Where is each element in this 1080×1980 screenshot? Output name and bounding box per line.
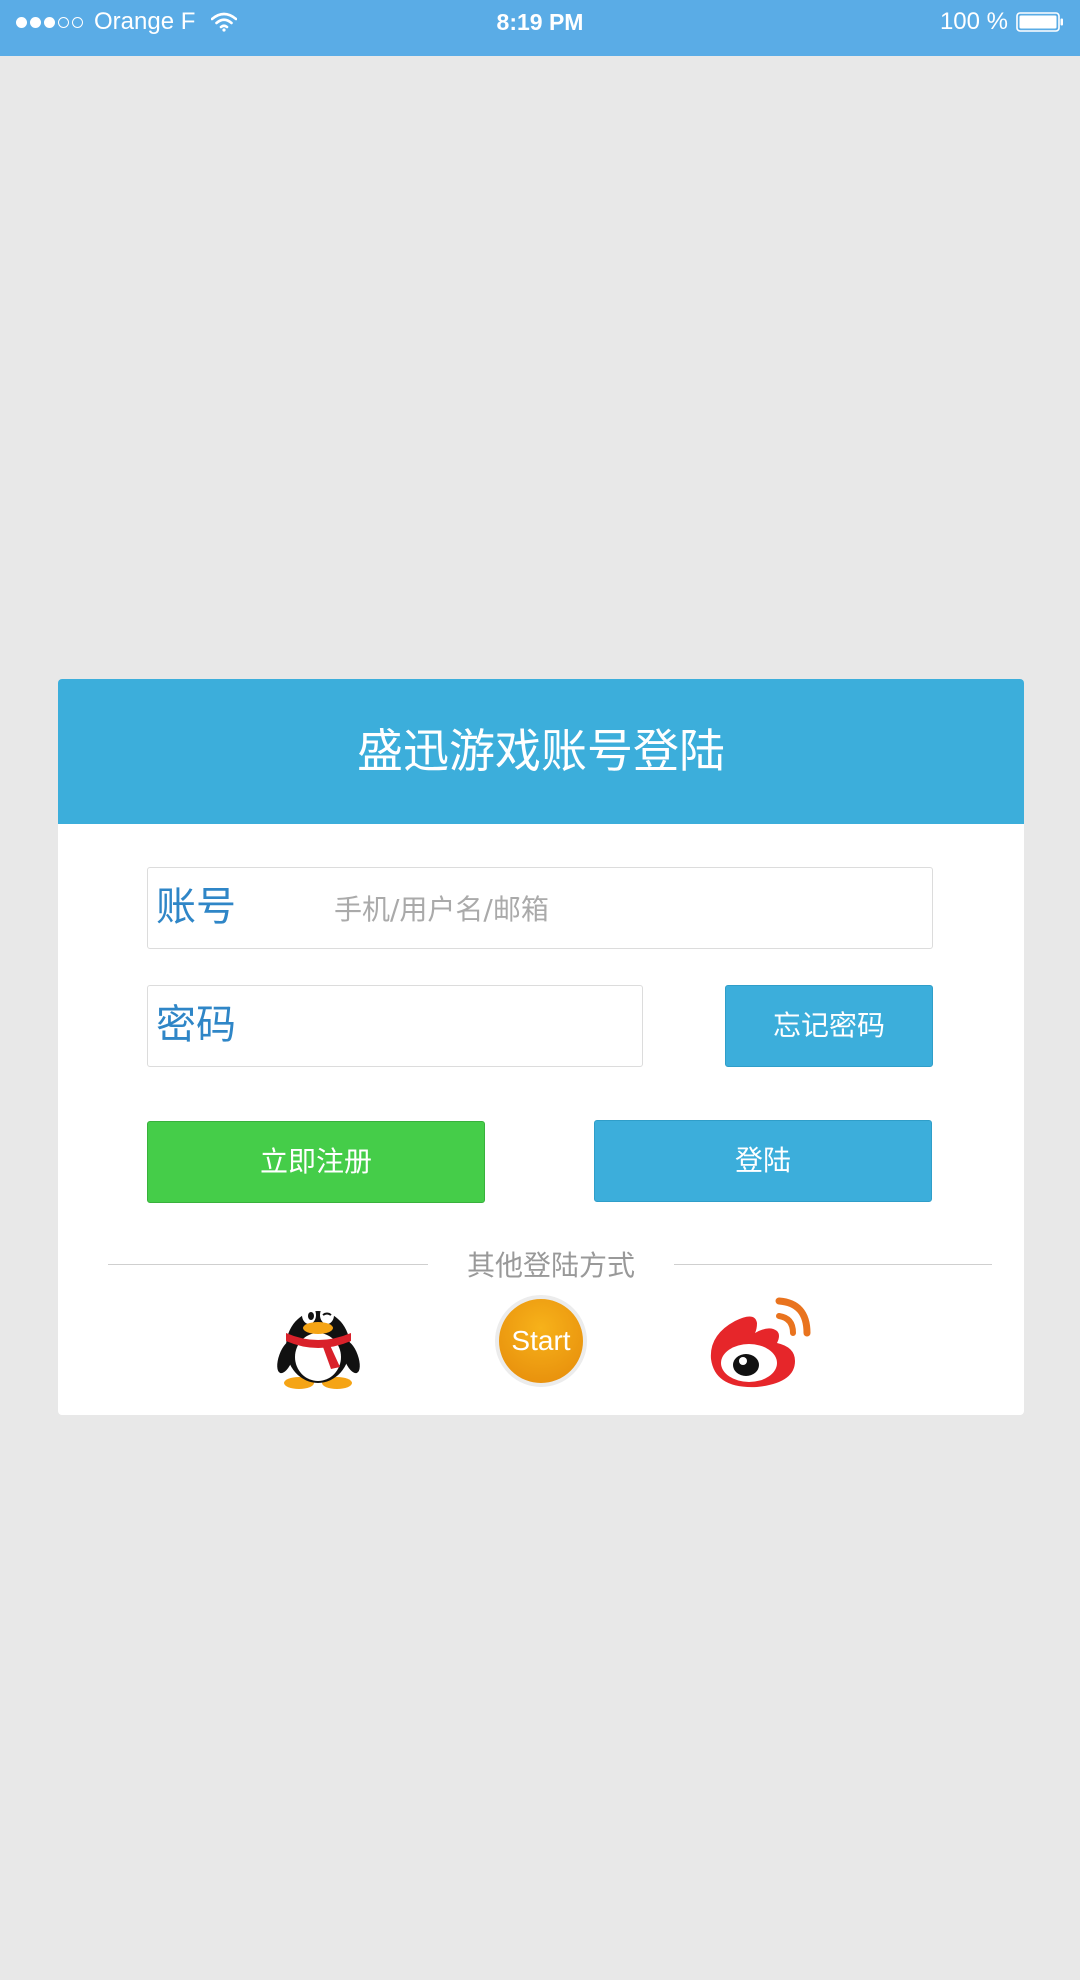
status-right: 100 % <box>940 0 1064 44</box>
qq-icon <box>277 1306 360 1389</box>
password-field[interactable]: 密码 <box>147 985 643 1067</box>
start-icon: Start <box>495 1295 587 1387</box>
qq-login-button[interactable] <box>269 1291 369 1391</box>
login-button[interactable]: 登陆 <box>594 1120 932 1202</box>
status-bar: Orange F 8:19 PM 100 % <box>0 0 1080 56</box>
login-card: 盛迅游戏账号登陆 账号 密码 忘记密码 立即注册 登陆 其他登陆方式 <box>58 679 1024 1415</box>
battery-percent: 100 % <box>939 8 1008 35</box>
forgot-password-button[interactable]: 忘记密码 <box>725 985 933 1067</box>
account-label: 账号 <box>156 884 236 930</box>
status-time: 8:19 PM <box>496 9 584 35</box>
password-label: 密码 <box>156 1002 236 1048</box>
divider-left <box>108 1264 428 1265</box>
weibo-icon <box>710 1297 811 1388</box>
login-title: 盛迅游戏账号登陆 <box>58 679 1024 824</box>
account-input[interactable] <box>334 878 914 940</box>
divider-right <box>674 1264 992 1265</box>
battery-icon <box>1016 12 1063 32</box>
other-login-methods-label: 其他登陆方式 <box>466 1249 635 1282</box>
password-input[interactable] <box>248 996 628 1058</box>
weibo-login-button[interactable] <box>705 1291 817 1391</box>
start-login-button[interactable]: Start <box>491 1291 591 1391</box>
account-field[interactable]: 账号 <box>147 867 933 949</box>
register-button[interactable]: 立即注册 <box>147 1121 485 1203</box>
